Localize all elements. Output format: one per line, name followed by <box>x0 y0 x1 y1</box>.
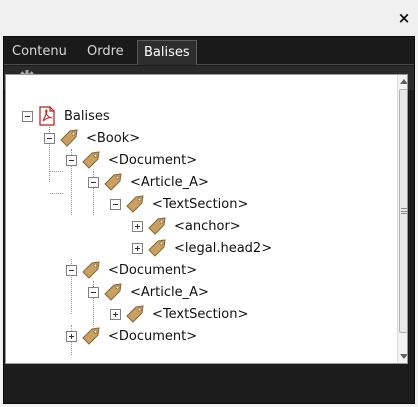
tree-node[interactable]: <Document> <box>66 325 197 347</box>
tag-icon <box>82 151 100 169</box>
tag-icon <box>82 261 100 279</box>
collapse-toggle[interactable] <box>66 264 77 276</box>
tag-icon <box>148 217 166 235</box>
pdf-icon <box>39 106 55 126</box>
tree-node-label: <Article_A> <box>130 284 209 300</box>
tab-balises[interactable]: Balises <box>137 40 197 65</box>
tree-node-label: <anchor> <box>174 218 241 234</box>
tree-node-label: <legal.head2> <box>174 240 273 256</box>
tag-icon <box>104 283 122 301</box>
tab-bar: Contenu Ordre Balises <box>4 37 414 65</box>
tag-icon <box>126 195 144 213</box>
tree-node[interactable]: Balises <box>22 105 110 127</box>
collapse-toggle[interactable] <box>66 154 77 166</box>
tree-node[interactable]: <Book> <box>44 127 140 149</box>
tree-node[interactable]: <legal.head2> <box>132 237 272 259</box>
expand-toggle[interactable] <box>110 308 121 320</box>
tag-icon <box>82 327 100 345</box>
vertical-scrollbar[interactable] <box>397 75 407 363</box>
scroll-up-arrow-icon[interactable] <box>400 79 407 84</box>
tree-node[interactable]: <TextSection> <box>110 303 248 325</box>
tree-node-label: <Book> <box>86 130 141 146</box>
tree-node[interactable]: <Article_A> <box>88 281 209 303</box>
title-bar: × <box>0 0 418 36</box>
tree-node-label: <Document> <box>108 328 198 344</box>
expand-toggle[interactable] <box>132 220 143 232</box>
grip-icon <box>401 208 407 214</box>
tree-node[interactable]: <Document> <box>66 149 197 171</box>
tree-node[interactable]: <Document> <box>66 259 197 281</box>
tree-node-label: <Article_A> <box>130 174 209 190</box>
tree-node-label: <TextSection> <box>152 306 249 322</box>
tag-icon <box>60 129 78 147</box>
tree-node-label: <Document> <box>108 262 198 278</box>
expand-toggle[interactable] <box>132 242 143 254</box>
tree-node-label: Balises <box>64 108 110 124</box>
tab-contenu[interactable]: Contenu <box>6 40 73 65</box>
collapse-toggle[interactable] <box>88 176 99 188</box>
expand-toggle[interactable] <box>66 330 77 342</box>
tag-icon <box>148 239 166 257</box>
tags-tree[interactable]: Balises <Book> <Document> <Article_A> <T <box>5 74 408 364</box>
scroll-down-arrow-icon[interactable] <box>400 354 407 359</box>
collapse-toggle[interactable] <box>88 286 99 298</box>
tab-ordre[interactable]: Ordre <box>81 40 130 65</box>
tree-node[interactable]: <anchor> <box>132 215 241 237</box>
tag-icon <box>104 173 122 191</box>
close-icon[interactable]: × <box>396 10 412 26</box>
tag-icon <box>126 305 144 323</box>
collapse-toggle[interactable] <box>44 132 55 144</box>
scroll-thumb[interactable] <box>399 89 407 333</box>
collapse-toggle[interactable] <box>110 198 121 210</box>
collapse-toggle[interactable] <box>22 110 33 122</box>
tree-node-label: <Document> <box>108 152 198 168</box>
tree-node[interactable]: <Article_A> <box>88 171 209 193</box>
tree-node[interactable]: <TextSection> <box>110 193 248 215</box>
tree-node-label: <TextSection> <box>152 196 249 212</box>
